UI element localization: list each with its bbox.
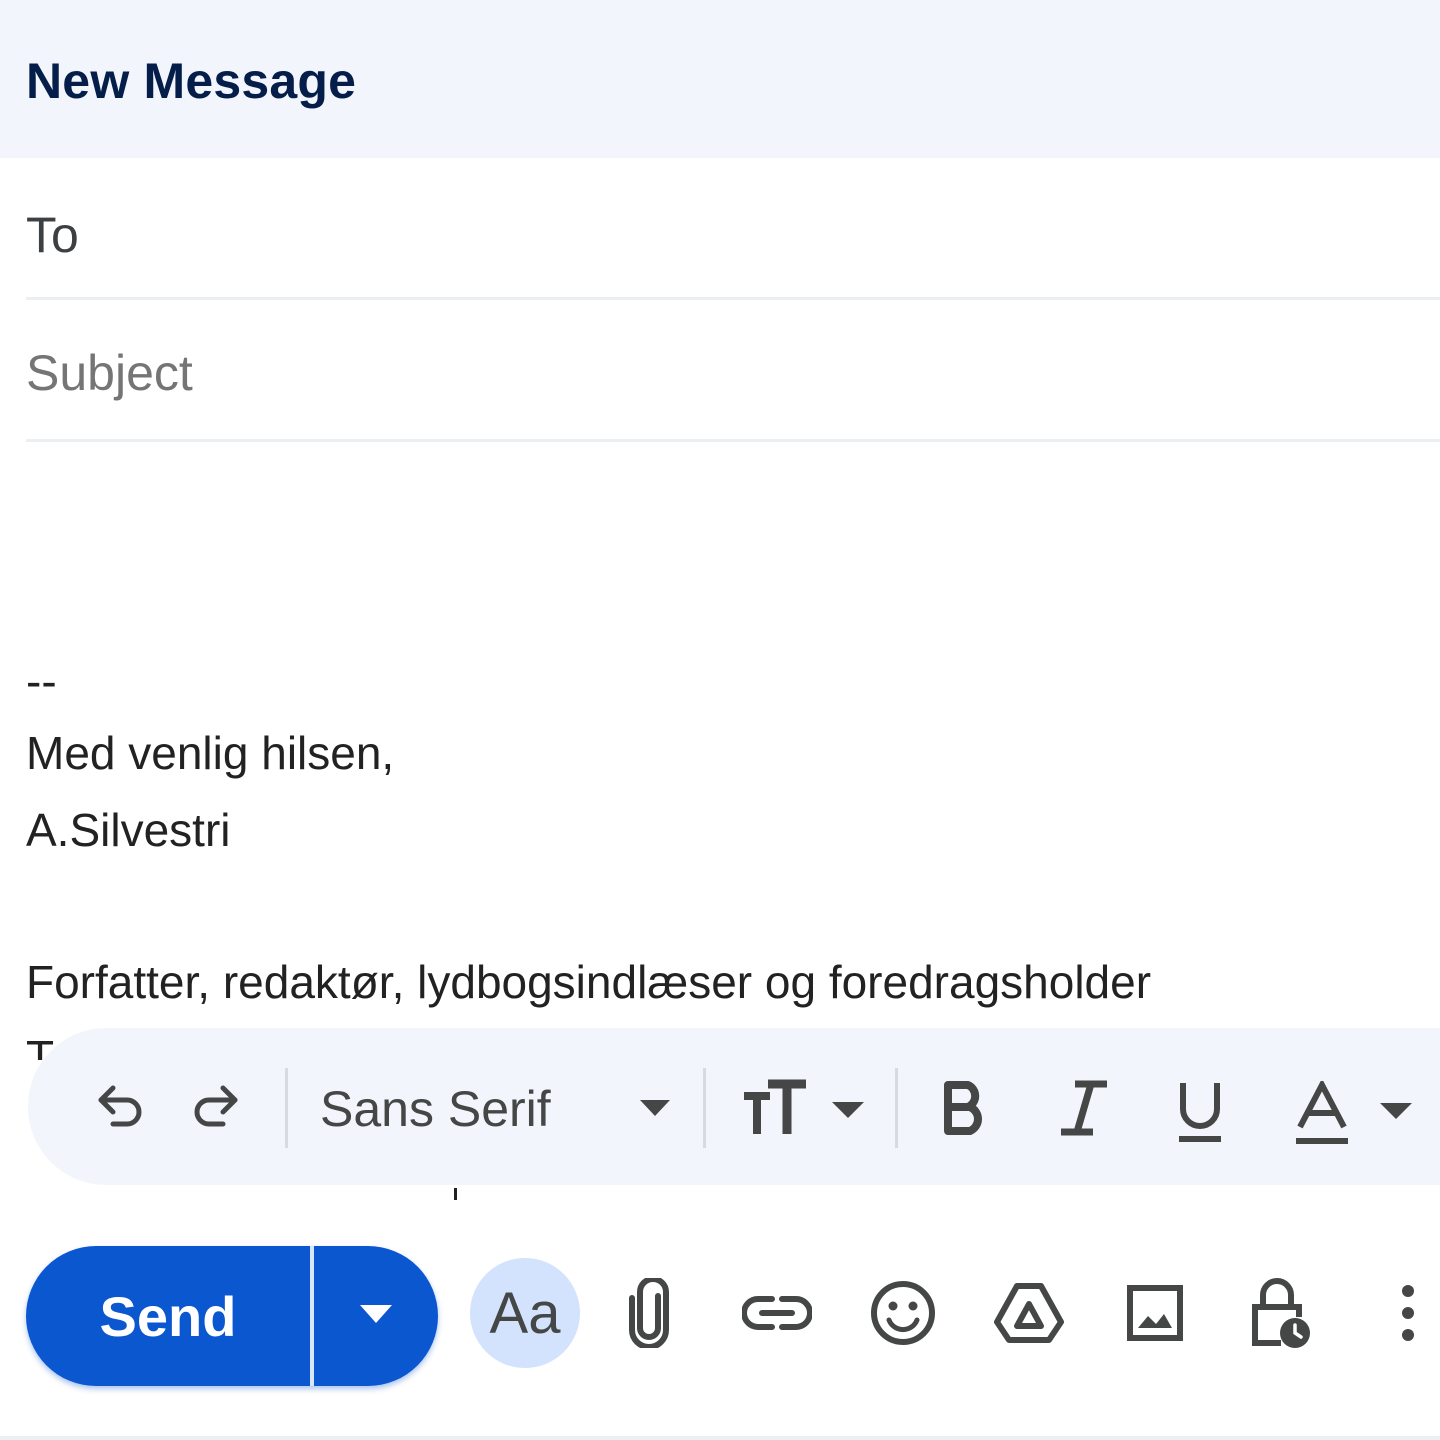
- signature-name: A.Silvestri: [26, 804, 231, 856]
- signature-separator: --: [26, 655, 57, 707]
- toolbar-separator: [703, 1068, 706, 1148]
- emoji-icon[interactable]: [848, 1258, 958, 1368]
- undo-icon[interactable]: [88, 1073, 152, 1137]
- compose-header: New Message: [0, 0, 1440, 158]
- chevron-down-icon: [360, 1304, 392, 1328]
- link-icon[interactable]: [722, 1258, 832, 1368]
- chevron-down-icon: [640, 1100, 670, 1116]
- bold-icon[interactable]: [933, 1073, 997, 1143]
- underline-icon[interactable]: [1168, 1073, 1232, 1153]
- signature-greeting: Med venlig hilsen,: [26, 727, 395, 779]
- font-family-label: Sans Serif: [320, 1081, 551, 1137]
- send-button[interactable]: Send: [26, 1246, 310, 1386]
- to-field[interactable]: To: [26, 158, 1440, 300]
- to-label: To: [26, 207, 79, 263]
- confidential-lock-icon[interactable]: [1226, 1258, 1336, 1368]
- attach-icon[interactable]: [594, 1258, 704, 1368]
- toolbar-separator: [285, 1068, 288, 1148]
- text-color-icon[interactable]: [1290, 1073, 1420, 1153]
- formatting-options-label: Aa: [489, 1280, 561, 1346]
- text-cursor-artifact: [454, 1188, 457, 1200]
- italic-icon[interactable]: [1052, 1073, 1116, 1143]
- font-size-icon[interactable]: [740, 1073, 870, 1143]
- redo-icon[interactable]: [184, 1073, 248, 1137]
- compose-title: New Message: [26, 53, 357, 109]
- formatting-toolbar: Sans Serif: [28, 1028, 1440, 1185]
- bottom-divider: [0, 1436, 1440, 1440]
- more-options-icon[interactable]: [1378, 1258, 1438, 1368]
- send-options-button[interactable]: [314, 1246, 438, 1386]
- photo-icon[interactable]: [1100, 1258, 1210, 1368]
- toolbar-separator: [895, 1068, 898, 1148]
- formatting-options-button[interactable]: Aa: [470, 1258, 580, 1368]
- send-button-group: Send: [26, 1246, 438, 1386]
- subject-input[interactable]: [26, 344, 926, 402]
- signature-title: Forfatter, redaktør, lydbogsindlæser og …: [26, 956, 1152, 1008]
- subject-field[interactable]: [26, 300, 1440, 442]
- drive-icon[interactable]: [974, 1258, 1084, 1368]
